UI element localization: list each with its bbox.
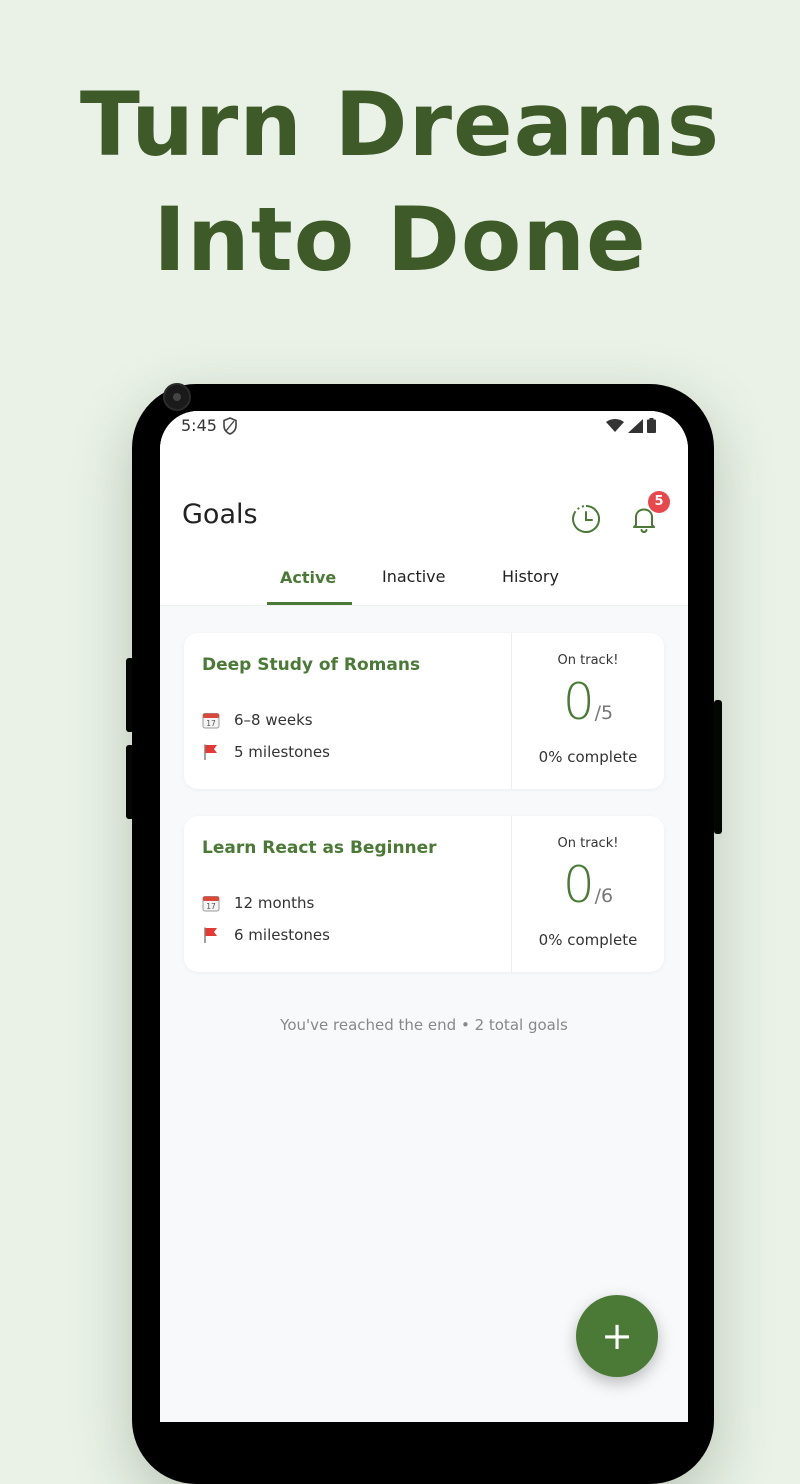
headline-line-2: Into Done bbox=[153, 188, 647, 291]
page-title: Goals bbox=[182, 499, 258, 530]
flag-icon bbox=[204, 744, 217, 760]
calendar-icon: 17 bbox=[202, 896, 220, 912]
goal-done-count: 0 bbox=[562, 856, 595, 914]
goal-title: Learn React as Beginner bbox=[202, 838, 437, 858]
goal-total-count: /5 bbox=[594, 702, 614, 724]
cell-signal-icon bbox=[628, 418, 643, 433]
goal-milestones-row: 6 milestones bbox=[202, 926, 330, 944]
goal-card[interactable]: Deep Study of Romans 17 6–8 weeks 5 mile… bbox=[184, 633, 664, 789]
goal-done-count: 0 bbox=[562, 673, 595, 731]
svg-text:17: 17 bbox=[206, 719, 216, 728]
shield-icon bbox=[223, 417, 237, 435]
list-end-message: You've reached the end • 2 total goals bbox=[280, 1016, 568, 1034]
add-goal-button[interactable]: + bbox=[576, 1295, 658, 1377]
goal-complete-percent: 0% complete bbox=[538, 931, 638, 949]
goal-card[interactable]: Learn React as Beginner 17 12 months 6 m… bbox=[184, 816, 664, 972]
goal-milestones-row: 5 milestones bbox=[202, 743, 330, 761]
goal-duration: 12 months bbox=[234, 894, 315, 912]
phone-camera bbox=[163, 383, 191, 411]
battery-icon bbox=[647, 418, 656, 433]
flag-icon bbox=[204, 927, 217, 943]
status-time: 5:45 bbox=[181, 416, 217, 435]
goal-duration-row: 17 12 months bbox=[202, 894, 314, 912]
phone-power-button bbox=[714, 700, 722, 834]
wifi-icon bbox=[606, 418, 624, 432]
tab-history[interactable]: History bbox=[502, 567, 559, 586]
app-screen: 5:45 Goals 5 Active Inactive History Dee… bbox=[160, 411, 688, 1422]
goal-status: On track! bbox=[557, 653, 619, 668]
goal-title: Deep Study of Romans bbox=[202, 655, 421, 675]
history-clock-icon bbox=[572, 505, 601, 533]
tab-inactive[interactable]: Inactive bbox=[382, 567, 446, 586]
goal-complete-percent: 0% complete bbox=[538, 748, 638, 766]
tab-active[interactable]: Active bbox=[280, 568, 336, 587]
svg-text:17: 17 bbox=[206, 902, 216, 911]
goal-milestones: 6 milestones bbox=[234, 926, 330, 944]
goal-duration-row: 17 6–8 weeks bbox=[202, 711, 313, 729]
tab-indicator bbox=[267, 602, 352, 605]
notification-badge: 5 bbox=[648, 491, 670, 513]
goal-total-count: /6 bbox=[594, 885, 614, 907]
history-button[interactable] bbox=[568, 501, 604, 537]
goal-duration: 6–8 weeks bbox=[234, 711, 313, 729]
goal-progress: 0/5 bbox=[512, 673, 664, 731]
headline-line-1: Turn Dreams bbox=[79, 73, 721, 176]
status-icons bbox=[606, 418, 656, 433]
goal-milestones: 5 milestones bbox=[234, 743, 330, 761]
calendar-icon: 17 bbox=[202, 713, 220, 729]
app-header: 5:45 Goals 5 Active Inactive History bbox=[160, 411, 688, 606]
goal-status: On track! bbox=[557, 836, 619, 851]
goal-progress: 0/6 bbox=[512, 856, 664, 914]
plus-icon: + bbox=[601, 1314, 633, 1358]
